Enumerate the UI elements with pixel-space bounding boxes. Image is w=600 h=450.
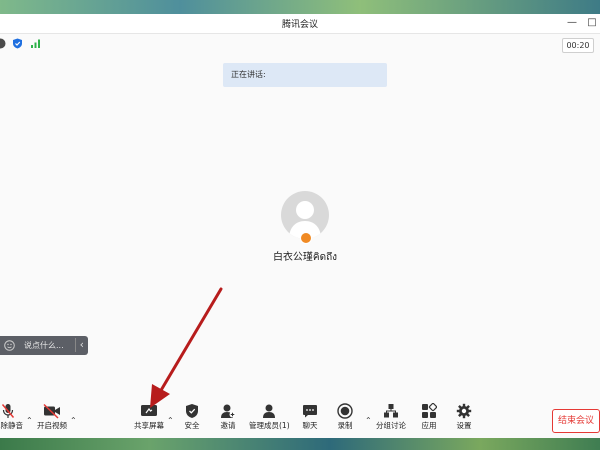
security-button[interactable]: 安全 [172, 402, 212, 436]
info-icon[interactable] [0, 38, 6, 49]
bottom-toolbar: 解除静音 ⌃ 开启视频 ⌃ 共享屏幕 ⌃ [0, 402, 600, 438]
title-bar: 腾讯会议 — □ [0, 14, 600, 34]
signal-icon[interactable] [30, 38, 41, 49]
status-bar: 00:20 [0, 34, 600, 54]
end-meeting-button[interactable]: 结束会议 [552, 409, 600, 433]
security-icon [186, 404, 198, 418]
minimize-button[interactable]: — [566, 17, 578, 29]
invite-label: 邀请 [220, 421, 236, 430]
unmute-button[interactable]: 解除静音 [0, 402, 28, 436]
meeting-timer: 00:20 [562, 38, 594, 53]
desktop-wallpaper-top [0, 0, 600, 14]
meeting-window: 腾讯会议 — □ 00:20 正在讲话: 白衣公瑾คิดถึง 说点什么... … [0, 14, 600, 438]
chat-button[interactable]: 聊天 [290, 402, 330, 436]
invite-icon [221, 404, 236, 418]
emoji-icon[interactable] [4, 340, 15, 351]
maximize-button[interactable]: □ [586, 17, 598, 29]
settings-button[interactable]: 设置 [444, 402, 484, 436]
settings-label: 设置 [456, 421, 472, 430]
share-screen-icon [141, 405, 157, 416]
invite-button[interactable]: 邀请 [208, 402, 248, 436]
manage-members-button[interactable]: 管理成员(1) [249, 402, 290, 436]
breakout-rooms-label: 分组讨论 [376, 421, 406, 430]
record-icon [337, 403, 353, 419]
apps-icon [422, 403, 437, 418]
manage-members-label: 管理成员(1) [249, 421, 290, 430]
video-off-icon [43, 403, 60, 419]
apps-label: 应用 [421, 421, 437, 430]
record-label: 录制 [337, 421, 353, 430]
shield-icon[interactable] [12, 38, 23, 49]
participant-name: 白衣公瑾คิดถึง [272, 252, 338, 263]
host-badge-icon [300, 232, 312, 244]
breakout-icon [384, 404, 398, 418]
breakout-rooms-button[interactable]: 分组讨论 [371, 402, 411, 436]
security-label: 安全 [184, 421, 200, 430]
mic-muted-icon [1, 404, 15, 418]
speaking-indicator: 正在讲话: [223, 63, 387, 87]
members-icon [263, 404, 275, 418]
record-button[interactable]: 录制 [325, 402, 365, 436]
share-screen-button[interactable]: 共享屏幕 [129, 402, 169, 436]
quick-chat-bar[interactable]: 说点什么... ‹ [0, 336, 88, 355]
video-options-chevron-icon[interactable]: ⌃ [70, 416, 77, 425]
collapse-chevron-icon[interactable]: ‹ [74, 338, 84, 352]
start-video-button[interactable]: 开启视频 [32, 402, 72, 436]
chat-icon [303, 405, 317, 418]
desktop-wallpaper-bottom [0, 438, 600, 450]
share-screen-label: 共享屏幕 [134, 421, 164, 430]
window-title: 腾讯会议 [281, 20, 318, 30]
start-video-label: 开启视频 [37, 421, 67, 430]
chat-input[interactable]: 说点什么... [24, 340, 64, 351]
settings-icon [456, 403, 472, 419]
chat-label: 聊天 [302, 421, 318, 430]
apps-button[interactable]: 应用 [409, 402, 449, 436]
unmute-label: 解除静音 [0, 421, 23, 430]
